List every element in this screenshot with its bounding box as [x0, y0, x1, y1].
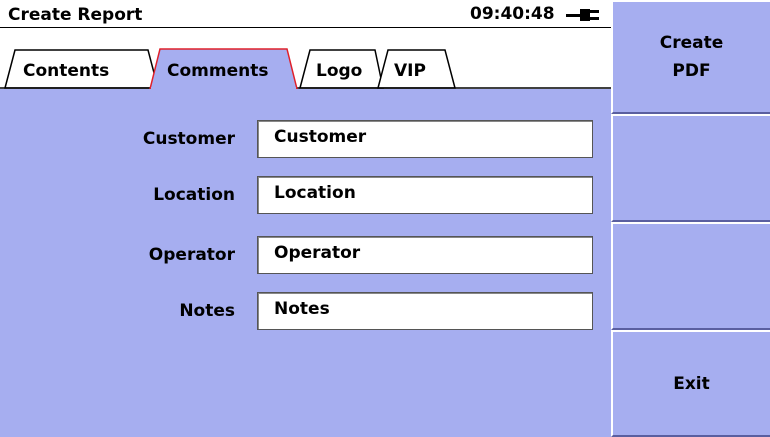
operator-row: Operator Operator	[0, 236, 611, 276]
tab-contents[interactable]: Contents	[23, 61, 109, 81]
softkey-panel: Create PDF Exit	[611, 0, 770, 437]
customer-field[interactable]: Customer	[257, 120, 593, 158]
tab-comments[interactable]: Comments	[167, 61, 268, 81]
notes-label: Notes	[179, 301, 235, 321]
create-pdf-button[interactable]: Create PDF	[611, 0, 770, 114]
plug-icon	[566, 9, 599, 21]
create-pdf-label-line2: PDF	[672, 61, 711, 81]
softkey-blank-3[interactable]	[611, 222, 770, 330]
clock: 09:40:48	[470, 4, 555, 24]
customer-label: Customer	[142, 129, 235, 149]
operator-field[interactable]: Operator	[257, 236, 593, 274]
location-label: Location	[153, 185, 235, 205]
location-field[interactable]: Location	[257, 176, 593, 214]
notes-field[interactable]: Notes	[257, 292, 593, 330]
softkey-blank-2[interactable]	[611, 114, 770, 222]
customer-row: Customer Customer	[0, 120, 611, 160]
operator-label: Operator	[148, 245, 235, 265]
tab-logo[interactable]: Logo	[316, 61, 362, 81]
exit-button[interactable]: Exit	[611, 330, 770, 437]
notes-row: Notes Notes	[0, 292, 611, 332]
title-bar: Create Report 09:40:48	[0, 0, 611, 28]
window-title: Create Report	[8, 5, 143, 25]
location-row: Location Location	[0, 176, 611, 216]
main-panel: Create Report 09:40:48 Contents Comments…	[0, 0, 611, 437]
tab-vip[interactable]: VIP	[394, 61, 426, 81]
create-pdf-label-line1: Create	[659, 33, 724, 53]
